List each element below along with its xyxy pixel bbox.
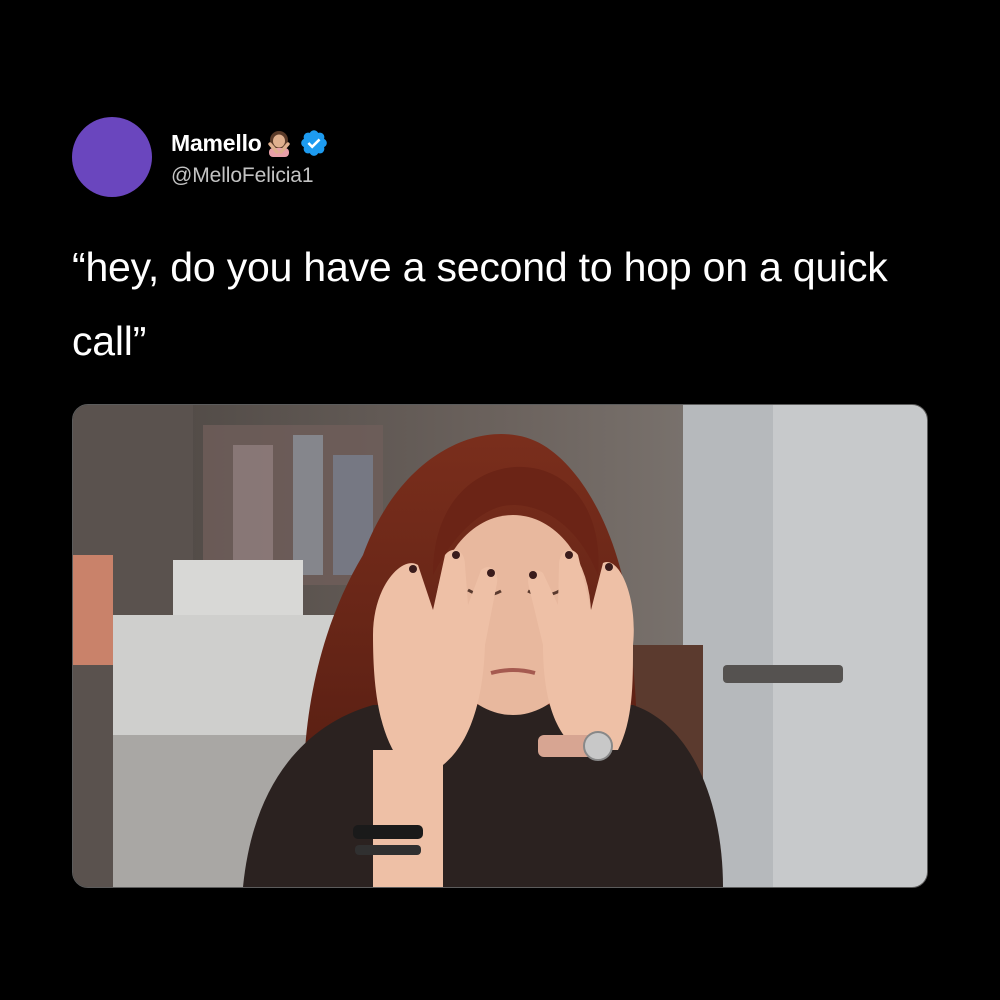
author-handle[interactable]: @MelloFelicia1 [171, 164, 329, 188]
woman-gesturing-emoji-icon [265, 129, 293, 157]
name-line: Mamello [171, 126, 329, 160]
avatar[interactable] [72, 117, 152, 197]
verified-checkmark-icon [299, 128, 329, 158]
tweet-card: Mamello @MelloFelicia1 “hey, do you have… [0, 0, 1000, 1000]
woman-rubbing-eyes-photo [73, 405, 927, 887]
tweet-text: “hey, do you have a second to hop on a q… [72, 244, 888, 364]
display-name[interactable]: Mamello [171, 130, 262, 157]
author-meta: Mamello @MelloFelicia1 [171, 126, 329, 188]
tweet-media[interactable] [72, 404, 928, 888]
tweet-author: Mamello @MelloFelicia1 [72, 116, 329, 198]
